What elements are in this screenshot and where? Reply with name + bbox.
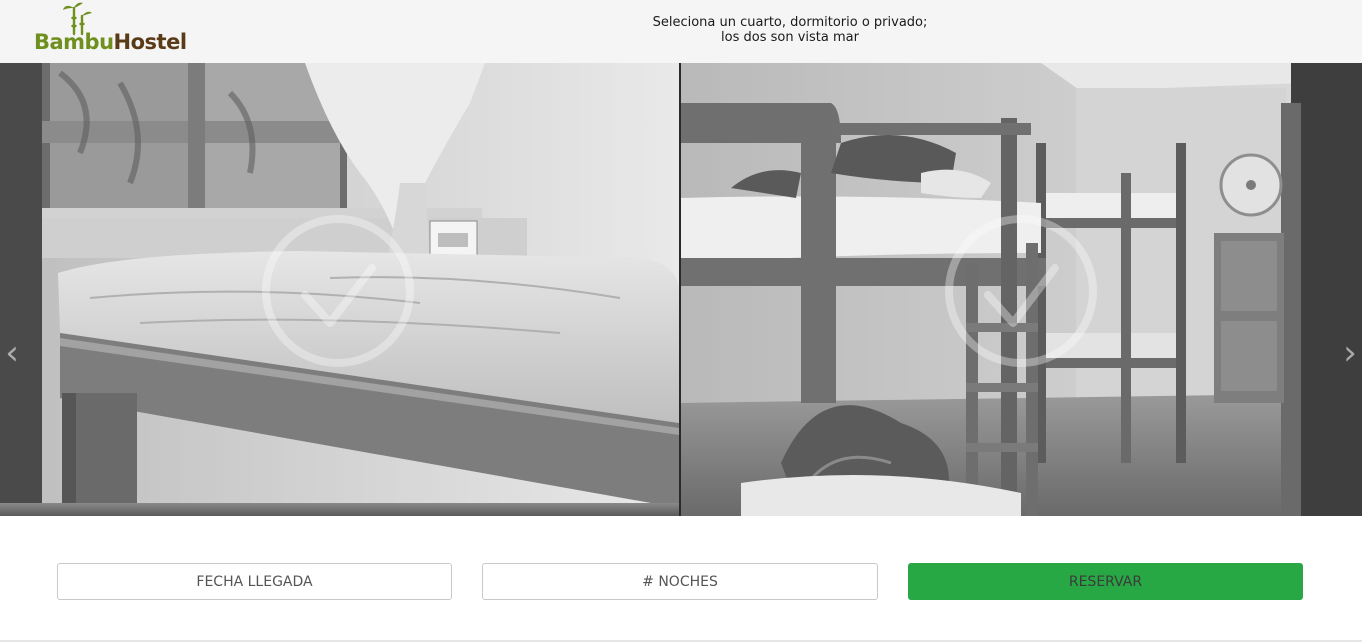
header-tagline: Seleciona un cuarto, dormitorio o privad… [560, 15, 1020, 45]
nights-field[interactable]: # NOCHES [482, 563, 878, 600]
room-gallery: ‹ › [0, 63, 1362, 516]
dorm-room-image [681, 63, 1362, 516]
chevron-right-icon[interactable]: › [1338, 333, 1362, 373]
bambu-hostel-logo[interactable]: BambuHostel [34, 2, 194, 58]
arrival-date-field[interactable]: FECHA LLEGADA [57, 563, 452, 600]
site-header: BambuHostel Seleciona un cuarto, dormito… [0, 0, 1362, 63]
dorm-room-photo[interactable] [681, 63, 1362, 516]
logo-hostel-text: Hostel [113, 30, 187, 54]
logo-bambu-text: Bambu [34, 30, 114, 54]
booking-bar: FECHA LLEGADA # NOCHES RESERVAR [0, 516, 1362, 642]
chevron-left-icon[interactable]: ‹ [0, 333, 24, 373]
logo-wordmark: BambuHostel [34, 30, 187, 54]
tagline-line-1: Seleciona un cuarto, dormitorio o privad… [652, 15, 928, 30]
private-room-image [0, 63, 679, 516]
private-room-photo[interactable] [0, 63, 679, 516]
reserve-button[interactable]: RESERVAR [908, 563, 1303, 600]
tagline-line-2: los dos son vista mar [721, 30, 859, 45]
